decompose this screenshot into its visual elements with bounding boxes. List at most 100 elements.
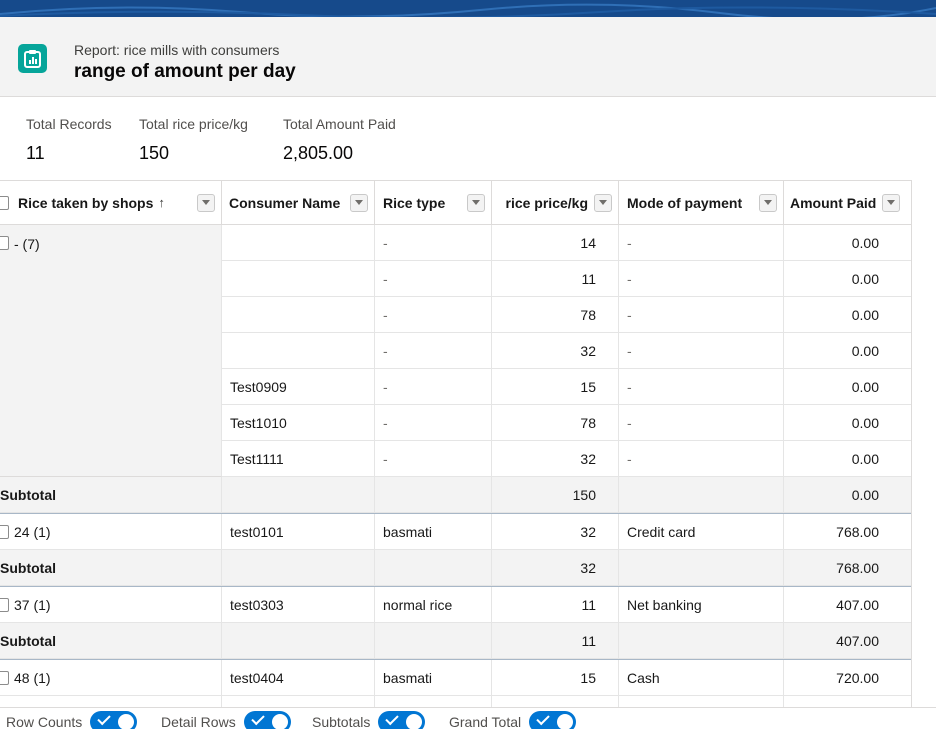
cell-mode-of-payment: Cash (619, 660, 784, 696)
chevron-down-icon[interactable] (759, 193, 777, 212)
cell-rice-price: 11 (492, 587, 619, 623)
chevron-down-icon[interactable] (594, 193, 612, 212)
column-header-rice-taken[interactable]: Rice taken by shops ↑ (0, 180, 222, 225)
cell-rice-type: - (375, 441, 492, 477)
cell-amount-paid: 0.00 (784, 333, 912, 369)
cell-rice-type: basmati (375, 514, 492, 550)
cell-rice-price: 11 (492, 261, 619, 297)
column-header-consumer-name[interactable]: Consumer Name (222, 180, 375, 225)
cell-rice-type: - (375, 297, 492, 333)
cell-mode-of-payment: - (619, 297, 784, 333)
cell-amount-paid: 0.00 (784, 225, 912, 261)
column-header-rice-price[interactable]: rice price/kg (492, 180, 619, 225)
stat-total-price: Total rice price/kg 150 (139, 116, 248, 164)
chevron-down-icon[interactable] (197, 193, 215, 212)
report-subtitle: Report: rice mills with consumers (74, 42, 280, 58)
report-icon (18, 44, 47, 73)
subtotal-amount-paid: 0.00 (784, 477, 912, 513)
table-row-partial (222, 696, 375, 707)
report-header: Report: rice mills with consumers range … (0, 17, 936, 97)
cell-consumer-name (222, 225, 375, 261)
cell-rice-type: - (375, 369, 492, 405)
group-label: 24 (1) (14, 523, 51, 540)
chevron-down-icon[interactable] (467, 193, 485, 212)
group-cell: 48 (1) (0, 660, 222, 696)
toggle-knob (118, 714, 135, 729)
cell-mode-of-payment: - (619, 405, 784, 441)
toggle-knob (271, 714, 288, 729)
cell-consumer-name (222, 297, 375, 333)
group-checkbox[interactable] (0, 670, 9, 685)
group-cell: 37 (1) (0, 587, 222, 623)
cell-rice-type: basmati (375, 660, 492, 696)
top-brand-bar (0, 0, 936, 17)
column-header-rice-type[interactable]: Rice type (375, 180, 492, 225)
subtotal-rice-price: 32 (492, 550, 619, 586)
toggle-label: Row Counts (6, 714, 83, 729)
cell-rice-price: 14 (492, 225, 619, 261)
cell-amount-paid: 720.00 (784, 660, 912, 696)
subtotal-amount-paid: 768.00 (784, 550, 912, 586)
subtotal-rice-price: 150 (492, 477, 619, 513)
subtotal-rice-price: 11 (492, 623, 619, 659)
cell-amount-paid: 0.00 (784, 261, 912, 297)
stat-label: Total Amount Paid (283, 116, 396, 132)
group-checkbox[interactable] (0, 236, 9, 250)
group-label: 48 (1) (14, 669, 51, 686)
arrow-up-icon[interactable]: ↑ (158, 195, 165, 210)
subtotal-empty (222, 477, 375, 513)
table-row-partial (492, 696, 619, 707)
group-checkbox[interactable] (0, 597, 9, 612)
table-row-partial (784, 696, 912, 707)
cell-amount-paid: 407.00 (784, 587, 912, 623)
cell-amount-paid: 0.00 (784, 405, 912, 441)
subtotals-toggle[interactable] (378, 711, 426, 729)
check-icon (97, 711, 111, 726)
column-header-mode-of-payment[interactable]: Mode of payment (619, 180, 784, 225)
subtotal-label: Subtotal (0, 550, 222, 586)
stat-total-records: Total Records 11 (26, 116, 112, 164)
column-label: rice price/kg (505, 194, 589, 211)
cell-rice-type: - (375, 261, 492, 297)
subtotal-empty (222, 623, 375, 659)
group-cell: - (7) (0, 225, 222, 477)
cell-rice-price: 32 (492, 333, 619, 369)
cell-consumer-name: Test1111 (222, 441, 375, 477)
stat-value: 2,805.00 (283, 143, 354, 163)
table-right-border (911, 180, 912, 707)
report-table: Rice taken by shops ↑ Consumer Name Rice… (0, 180, 912, 707)
column-label: Amount Paid (790, 194, 877, 211)
cell-consumer-name: test0101 (222, 514, 375, 550)
column-label: Consumer Name (229, 194, 341, 211)
toggle-knob (557, 714, 574, 729)
stat-total-amount: Total Amount Paid 2,805.00 (283, 116, 396, 164)
cell-amount-paid: 768.00 (784, 514, 912, 550)
subtotal-empty (619, 477, 784, 513)
cell-mode-of-payment: Credit card (619, 514, 784, 550)
group-label: 37 (1) (14, 596, 51, 613)
toggle-label: Grand Total (449, 714, 522, 729)
check-icon (536, 711, 550, 726)
cell-consumer-name: test0404 (222, 660, 375, 696)
select-all-checkbox[interactable] (0, 195, 9, 210)
cell-rice-price: 15 (492, 660, 619, 696)
detail-rows-toggle[interactable] (243, 711, 291, 729)
stat-value: 11 (26, 143, 45, 163)
grand-total-toggle[interactable] (529, 711, 577, 729)
row-counts-toggle[interactable] (90, 711, 138, 729)
detail-rows-toggle-group: Detail Rows (161, 711, 291, 729)
group-checkbox[interactable] (0, 524, 9, 539)
column-label: Mode of payment (627, 194, 743, 211)
toggle-label: Detail Rows (161, 714, 236, 729)
grand-total-toggle-group: Grand Total (449, 711, 577, 729)
toggle-label: Subtotals (312, 714, 371, 729)
subtotal-empty (375, 550, 492, 586)
chevron-down-icon[interactable] (882, 193, 901, 212)
cell-consumer-name: test0303 (222, 587, 375, 623)
report-footer: Row Counts Detail Rows Subtotals Grand T… (0, 707, 936, 729)
cell-consumer-name: Test0909 (222, 369, 375, 405)
column-header-amount-paid[interactable]: Amount Paid (784, 180, 912, 225)
check-icon (385, 711, 400, 726)
stat-label: Total rice price/kg (139, 116, 248, 132)
chevron-down-icon[interactable] (350, 193, 368, 212)
